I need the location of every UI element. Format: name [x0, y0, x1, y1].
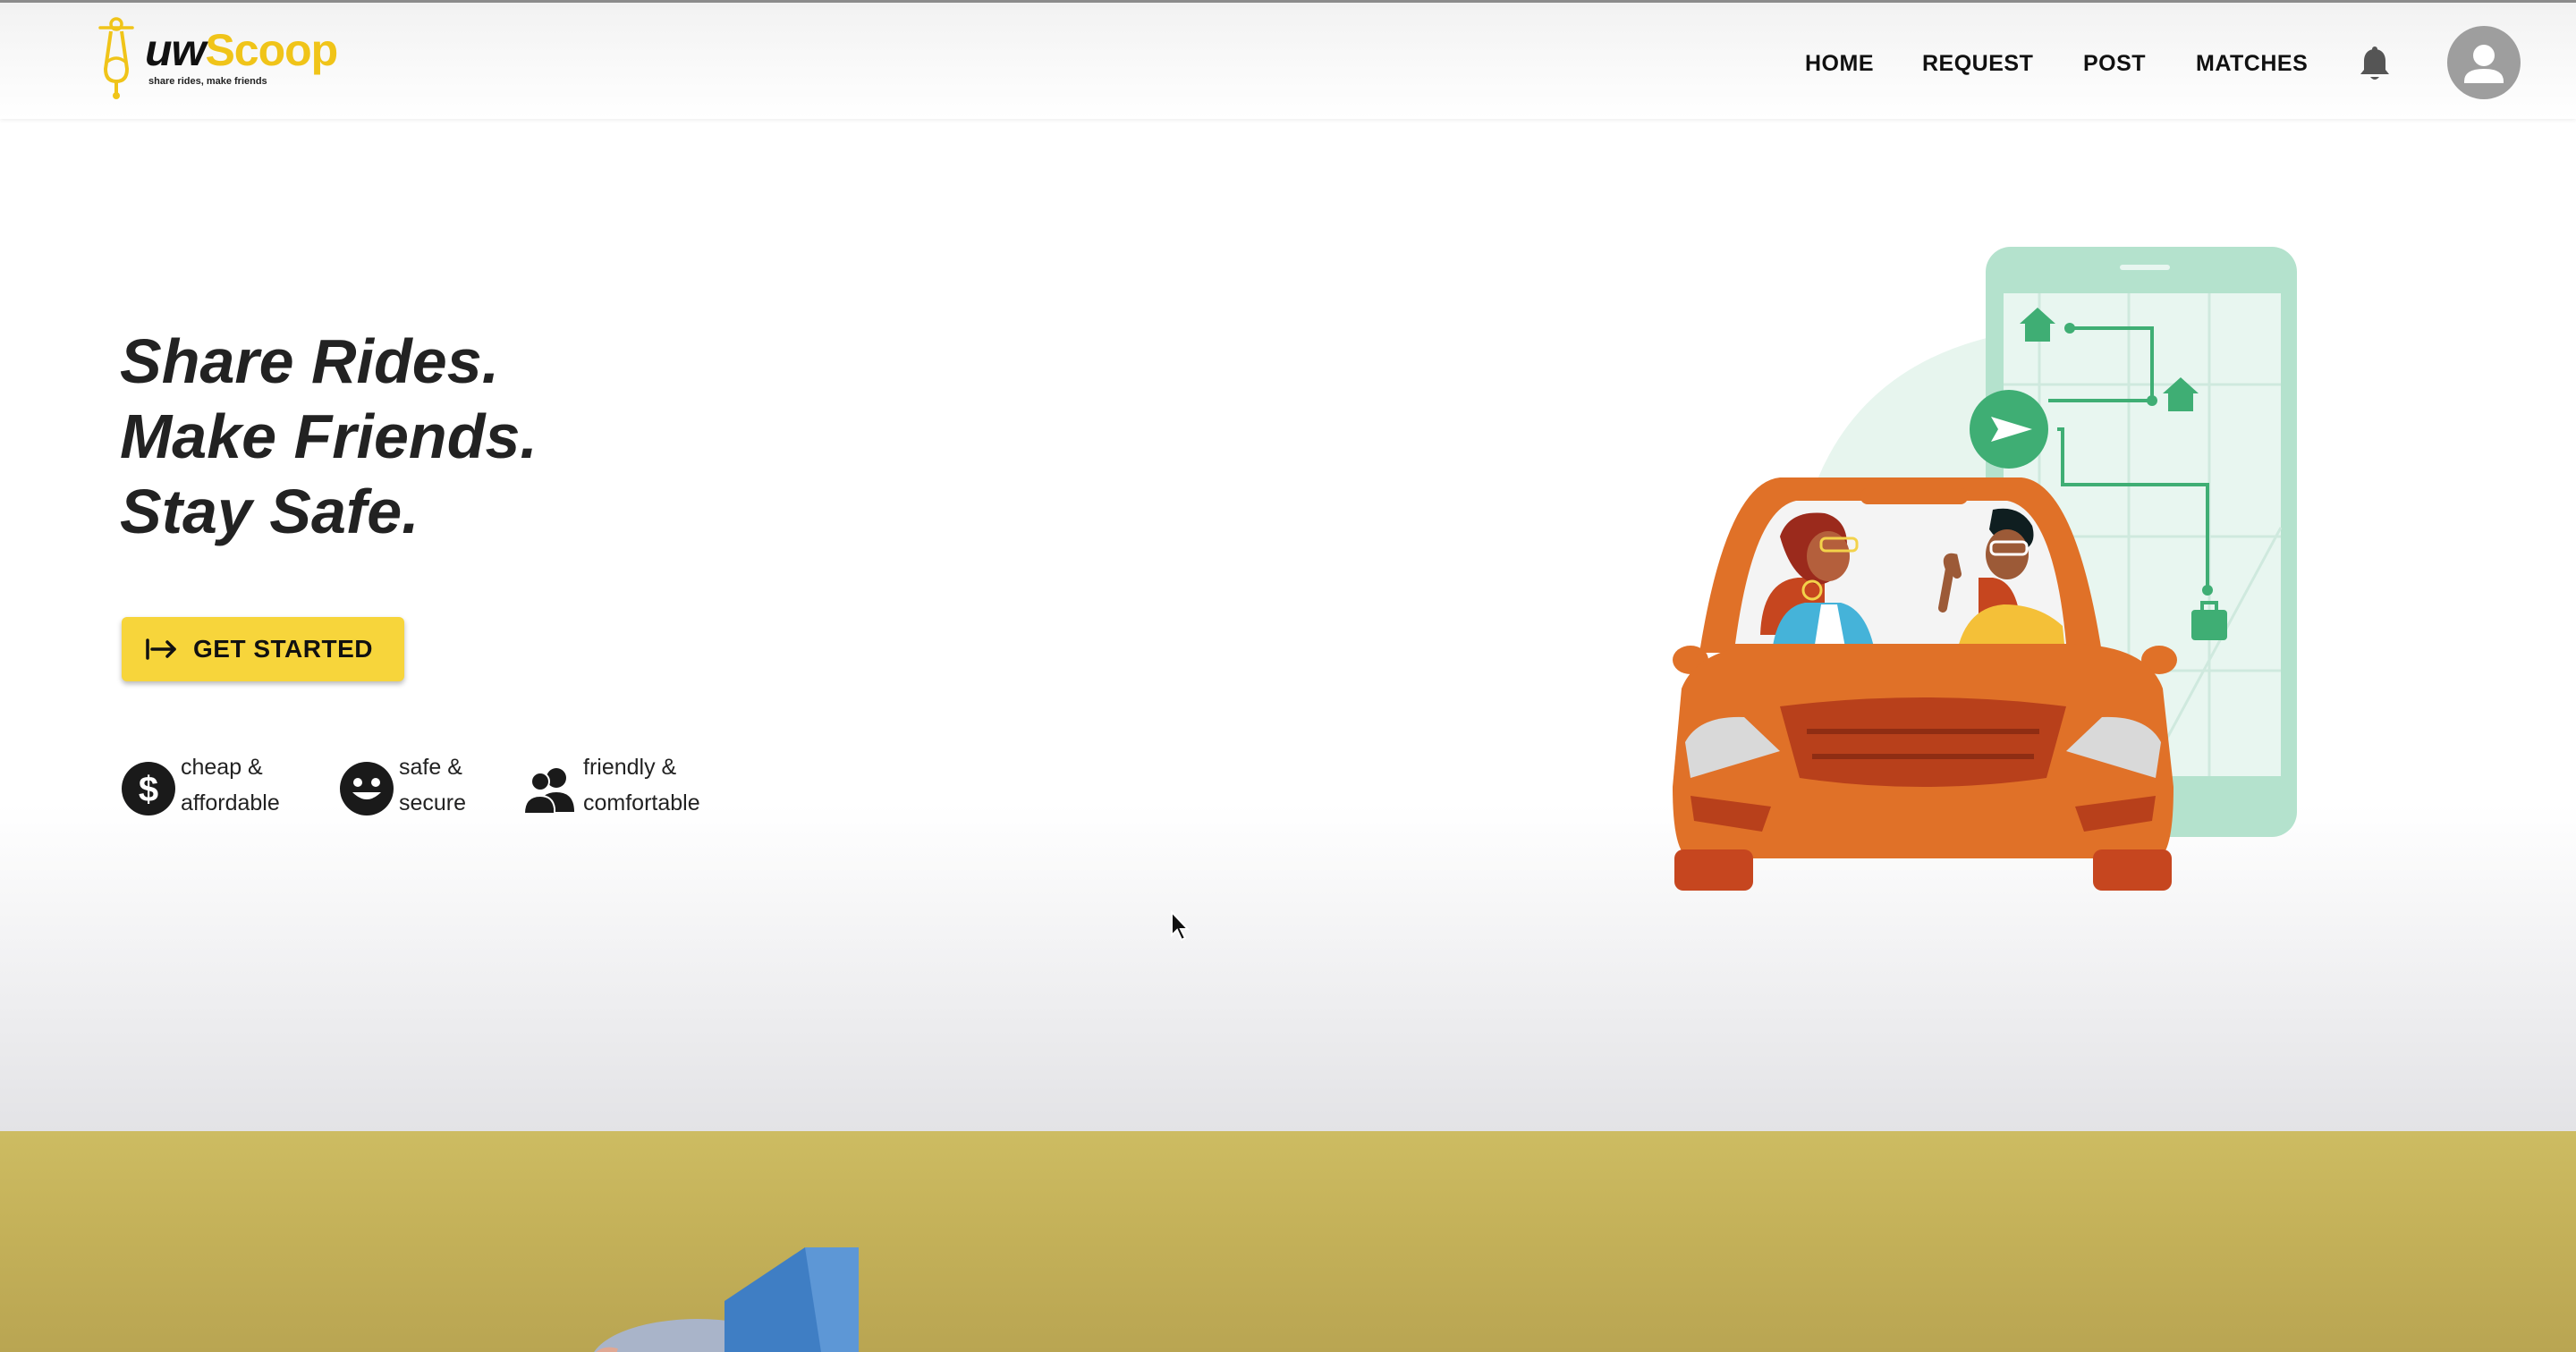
building-illustration: [594, 1247, 859, 1352]
scooter-logo-icon: [98, 17, 134, 99]
dollar-circle-icon: $: [122, 762, 175, 815]
logo-word-uw: uw: [145, 25, 206, 75]
hero-headline: Share Rides. Make Friends. Stay Safe.: [120, 324, 835, 549]
mouse-cursor-icon: [1171, 910, 1191, 942]
arrow-right-to-line-icon: [146, 638, 176, 660]
feature-friendly-line2: comfortable: [583, 790, 700, 815]
nav-matches[interactable]: MATCHES: [2196, 46, 2308, 81]
headline-line-1: Share Rides.: [120, 326, 500, 396]
people-group-icon: [522, 768, 574, 815]
logo-wordmark: uwScoop: [145, 25, 338, 75]
svg-text:$: $: [139, 770, 158, 809]
feature-cheap-text: cheap & affordable: [181, 749, 280, 821]
get-started-button[interactable]: GET STARTED: [122, 617, 404, 681]
nav-post[interactable]: POST: [2083, 46, 2146, 81]
get-started-label: GET STARTED: [193, 635, 373, 663]
nav-home[interactable]: HOME: [1805, 46, 1874, 81]
feature-safe-line2: secure: [399, 790, 467, 815]
nav-request[interactable]: REQUEST: [1922, 46, 2033, 81]
bell-icon[interactable]: [2358, 46, 2392, 83]
headline-line-3: Stay Safe.: [120, 477, 419, 546]
person-icon: [2464, 45, 2504, 83]
top-navbar: uwScoop share rides, make friends HOME R…: [0, 3, 2576, 119]
smiley-face-icon: [340, 762, 394, 815]
next-section-band: [0, 1131, 2576, 1352]
rideshare-car-illustration: [1673, 247, 2297, 891]
feature-friendly-text: friendly & comfortable: [583, 749, 700, 821]
logo-word-scoop: Scoop: [205, 25, 338, 75]
feature-friendly-line1: friendly &: [583, 755, 677, 780]
uwscoop-logo[interactable]: uwScoop share rides, make friends: [93, 15, 361, 105]
logo-tagline: share rides, make friends: [148, 76, 267, 87]
headline-line-2: Make Friends.: [120, 401, 538, 471]
feature-safe-line1: safe &: [399, 755, 462, 780]
user-avatar-icon[interactable]: [2447, 26, 2521, 99]
feature-cheap-line1: cheap &: [181, 755, 263, 780]
feature-cheap-line2: affordable: [181, 790, 280, 815]
feature-safe-text: safe & secure: [399, 749, 466, 821]
